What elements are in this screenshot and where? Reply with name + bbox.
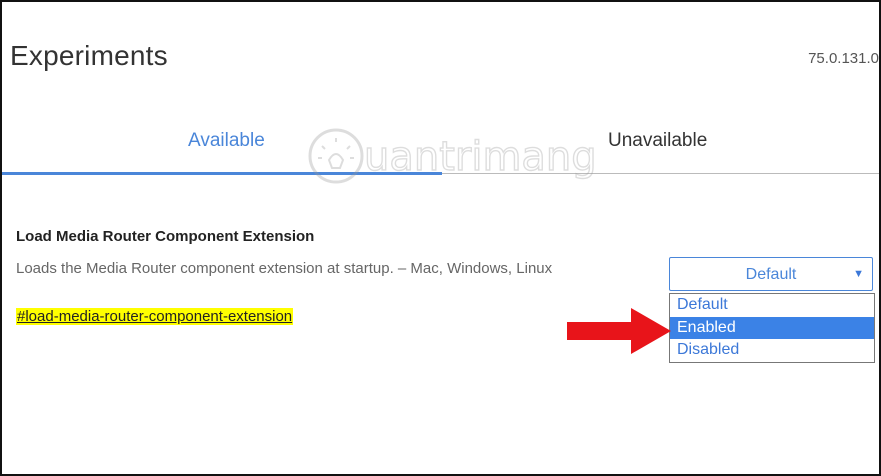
experiment-anchor-link[interactable]: #load-media-router-component-extension	[16, 308, 294, 325]
watermark-logo: uantrimang	[308, 128, 597, 184]
tab-unavailable[interactable]: Unavailable	[608, 130, 707, 152]
option-disabled[interactable]: Disabled	[670, 339, 874, 362]
experiment-description: Loads the Media Router component extensi…	[16, 260, 553, 277]
tab-divider	[442, 173, 879, 174]
red-arrow-icon	[567, 308, 671, 354]
tab-available[interactable]: Available	[188, 130, 265, 152]
select-current-value: Default	[745, 266, 797, 283]
version-label: 75.0.131.0	[808, 50, 879, 67]
select-dropdown-list: Default Enabled Disabled	[669, 293, 875, 363]
option-enabled[interactable]: Enabled	[670, 316, 874, 339]
dropdown-arrow-icon: ▼	[853, 268, 864, 280]
experiment-state-select[interactable]: Default ▼	[669, 257, 873, 291]
experiment-title: Load Media Router Component Extension	[16, 228, 315, 245]
page-title: Experiments	[10, 40, 168, 71]
option-default[interactable]: Default	[670, 294, 874, 317]
experiments-page: Experiments 75.0.131.0 Available Unavail…	[0, 0, 881, 476]
active-tab-indicator	[2, 172, 442, 175]
